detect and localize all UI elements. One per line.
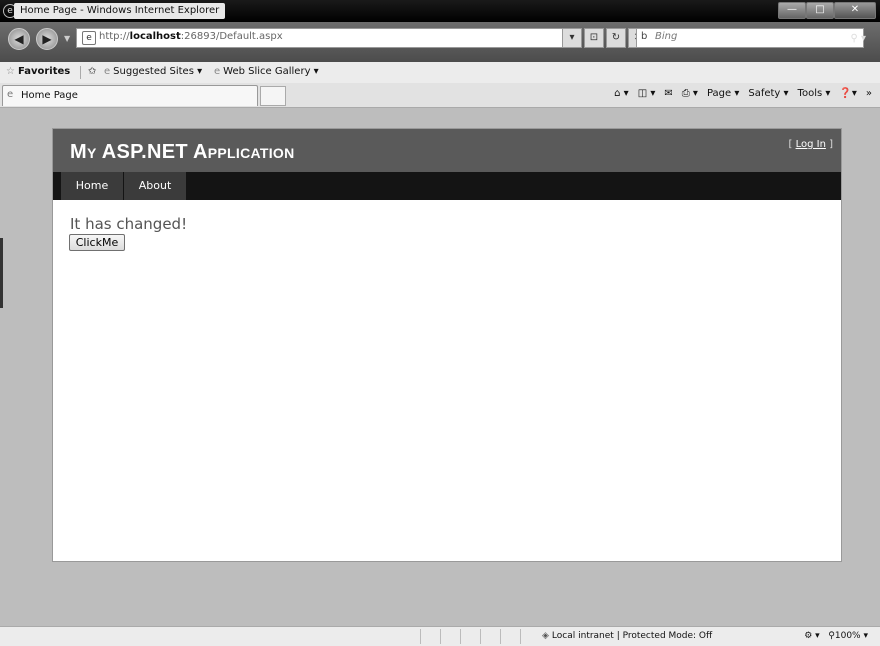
menu-item-home[interactable]: Home	[61, 172, 124, 200]
tab-home-page[interactable]: e Home Page	[2, 85, 258, 106]
status-bar: ◈ Local intranet | Protected Mode: Off ⚙ …	[0, 626, 880, 646]
status-divider	[500, 629, 501, 644]
page-menu[interactable]: Page ▾	[707, 88, 739, 99]
status-divider	[520, 629, 521, 644]
viewport-edge	[0, 238, 3, 308]
security-zone[interactable]: ◈ Local intranet | Protected Mode: Off	[542, 631, 712, 641]
recent-pages-dropdown-icon[interactable]: ▼	[64, 34, 70, 43]
tools-menu[interactable]: Tools ▾	[798, 88, 831, 99]
search-input[interactable]: b Bing	[636, 28, 864, 48]
status-divider	[480, 629, 481, 644]
clickme-button[interactable]: ClickMe	[69, 234, 125, 251]
forward-arrow-icon: ▶	[42, 32, 52, 46]
window-title: Home Page - Windows Internet Explorer	[14, 3, 226, 19]
zoom-control[interactable]: ⚙ ▾ ⚲100% ▾	[804, 631, 868, 641]
close-button[interactable]: ✕	[834, 2, 876, 19]
page-container: My ASP.NET Application [ Log In ] Home A…	[52, 128, 842, 562]
tab-page-icon: e	[7, 89, 14, 100]
site-title: My ASP.NET Application	[70, 141, 295, 163]
menu-item-about[interactable]: About	[124, 172, 187, 200]
suggested-sites-button[interactable]: e Suggested Sites ▾	[104, 66, 202, 77]
safety-menu[interactable]: Safety ▾	[748, 88, 788, 99]
address-bar[interactable]: e http://localhost:26893/Default.aspx	[76, 28, 566, 48]
browser-window: e Home Page - Windows Internet Explorer …	[0, 0, 880, 646]
feeds-icon[interactable]: ◫ ▾	[638, 88, 656, 99]
print-icon[interactable]: ⎙ ▾	[682, 88, 698, 99]
search-placeholder: Bing	[655, 31, 678, 42]
minimize-button[interactable]: —	[778, 2, 806, 19]
star-icon: ☆	[6, 66, 15, 77]
add-to-favorites-icon[interactable]: ✩	[88, 66, 96, 77]
web-slice-gallery-button[interactable]: e Web Slice Gallery ▾	[214, 66, 319, 77]
bing-icon: b	[641, 31, 648, 42]
search-icon[interactable]: ⚲ ▾	[850, 33, 866, 44]
page-viewport: My ASP.NET Application [ Log In ] Home A…	[0, 108, 880, 626]
intranet-icon: ◈	[542, 631, 549, 641]
favorites-bar: ☆ Favorites ✩ e Suggested Sites ▾ e Web Sli…	[0, 62, 880, 84]
maximize-button[interactable]: □	[806, 2, 834, 19]
tab-bar: e Home Page ⌂ ▾ ◫ ▾ ✉ ⎙ ▾ Page ▾ Safety …	[0, 83, 880, 108]
status-divider	[440, 629, 441, 644]
compatibility-view-icon[interactable]: ⊡	[584, 28, 604, 48]
addons-icon[interactable]: ⚙ ▾	[804, 631, 819, 641]
mail-icon[interactable]: ✉	[664, 88, 672, 99]
forward-button[interactable]: ▶	[36, 28, 58, 50]
favorites-button[interactable]: ☆ Favorites	[6, 66, 70, 77]
back-arrow-icon: ◀	[14, 32, 24, 46]
nav-menu: Home About	[53, 172, 841, 200]
login-link[interactable]: Log In	[796, 139, 826, 150]
address-dropdown-icon[interactable]: ▾	[562, 28, 582, 48]
favorites-separator	[80, 66, 81, 79]
home-icon[interactable]: ⌂ ▾	[614, 88, 629, 99]
login-display: [ Log In ]	[788, 139, 833, 150]
refresh-icon[interactable]: ↻	[606, 28, 626, 48]
web-slice-icon: e	[214, 66, 221, 77]
page-icon: e	[82, 31, 96, 45]
new-tab-button[interactable]	[260, 86, 286, 106]
back-button[interactable]: ◀	[8, 28, 30, 50]
suggested-sites-icon: e	[104, 66, 111, 77]
url-text[interactable]: http://localhost:26893/Default.aspx	[99, 31, 283, 42]
status-message: It has changed!	[70, 215, 188, 233]
title-bar: e Home Page - Windows Internet Explorer …	[0, 0, 880, 22]
site-header: My ASP.NET Application [ Log In ]	[53, 129, 841, 172]
command-bar: ⌂ ▾ ◫ ▾ ✉ ⎙ ▾ Page ▾ Safety ▾ Tools ▾ ❓▾…	[605, 88, 872, 99]
help-icon[interactable]: ❓▾	[839, 88, 856, 99]
chevron-right-icon[interactable]: »	[866, 88, 872, 99]
status-divider	[420, 629, 421, 644]
address-row: ◀ ▶ ▼ e http://localhost:26893/Default.a…	[0, 22, 880, 62]
tab-label: Home Page	[21, 90, 78, 101]
zoom-icon: ⚲	[828, 631, 835, 641]
status-divider	[460, 629, 461, 644]
